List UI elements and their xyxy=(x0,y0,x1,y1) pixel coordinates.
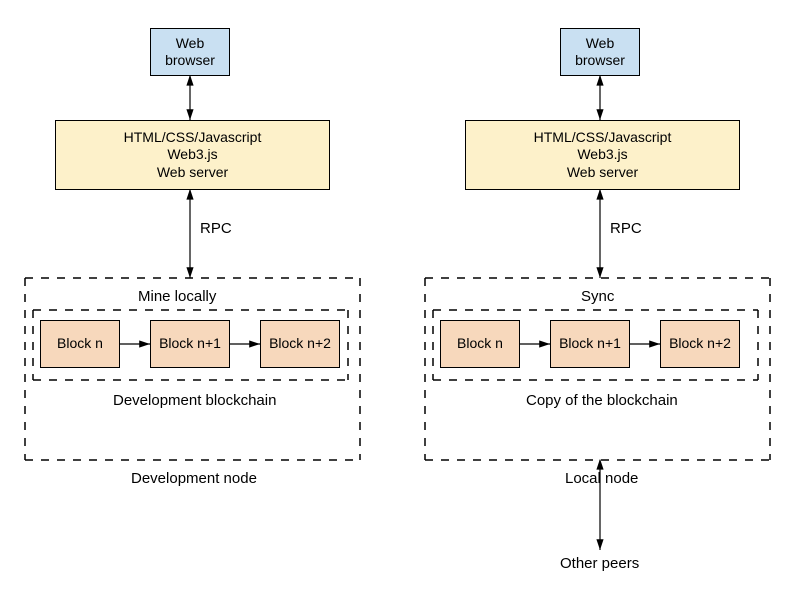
right-block-n-label: Block n xyxy=(457,335,503,353)
left-web-browser-box: Web browser xyxy=(150,28,230,76)
left-block-n1-box: Block n+1 xyxy=(150,320,230,368)
left-block-n2-box: Block n+2 xyxy=(260,320,340,368)
connector-overlay xyxy=(0,0,800,600)
right-block-n2-box: Block n+2 xyxy=(660,320,740,368)
right-web-server-box: HTML/CSS/Javascript Web3.js Web server xyxy=(465,120,740,190)
left-rpc-label: RPC xyxy=(200,220,232,237)
left-node-caption: Development node xyxy=(131,470,257,487)
right-web-browser-box: Web browser xyxy=(560,28,640,76)
right-rpc-label: RPC xyxy=(610,220,642,237)
left-web-browser-label: Web browser xyxy=(151,35,229,70)
left-web-server-box: HTML/CSS/Javascript Web3.js Web server xyxy=(55,120,330,190)
left-server-line1: HTML/CSS/Javascript xyxy=(124,129,262,147)
right-block-n1-label: Block n+1 xyxy=(559,335,621,353)
right-web-browser-label: Web browser xyxy=(561,35,639,70)
right-node-caption: Local node xyxy=(565,470,638,487)
right-server-line3: Web server xyxy=(567,164,638,182)
right-sync-label: Sync xyxy=(581,288,614,305)
right-blockchain-caption: Copy of the blockchain xyxy=(526,392,678,409)
left-mine-locally-label: Mine locally xyxy=(138,288,216,305)
right-server-line1: HTML/CSS/Javascript xyxy=(534,129,672,147)
left-block-n1-label: Block n+1 xyxy=(159,335,221,353)
diagram-canvas: Web browser HTML/CSS/Javascript Web3.js … xyxy=(0,0,800,600)
right-server-line2: Web3.js xyxy=(577,146,627,164)
left-block-n-box: Block n xyxy=(40,320,120,368)
left-block-n2-label: Block n+2 xyxy=(269,335,331,353)
right-block-n2-label: Block n+2 xyxy=(669,335,731,353)
right-block-n-box: Block n xyxy=(440,320,520,368)
left-server-line3: Web server xyxy=(157,164,228,182)
left-server-line2: Web3.js xyxy=(167,146,217,164)
right-block-n1-box: Block n+1 xyxy=(550,320,630,368)
other-peers-label: Other peers xyxy=(560,555,639,572)
left-block-n-label: Block n xyxy=(57,335,103,353)
left-blockchain-caption: Development blockchain xyxy=(113,392,276,409)
